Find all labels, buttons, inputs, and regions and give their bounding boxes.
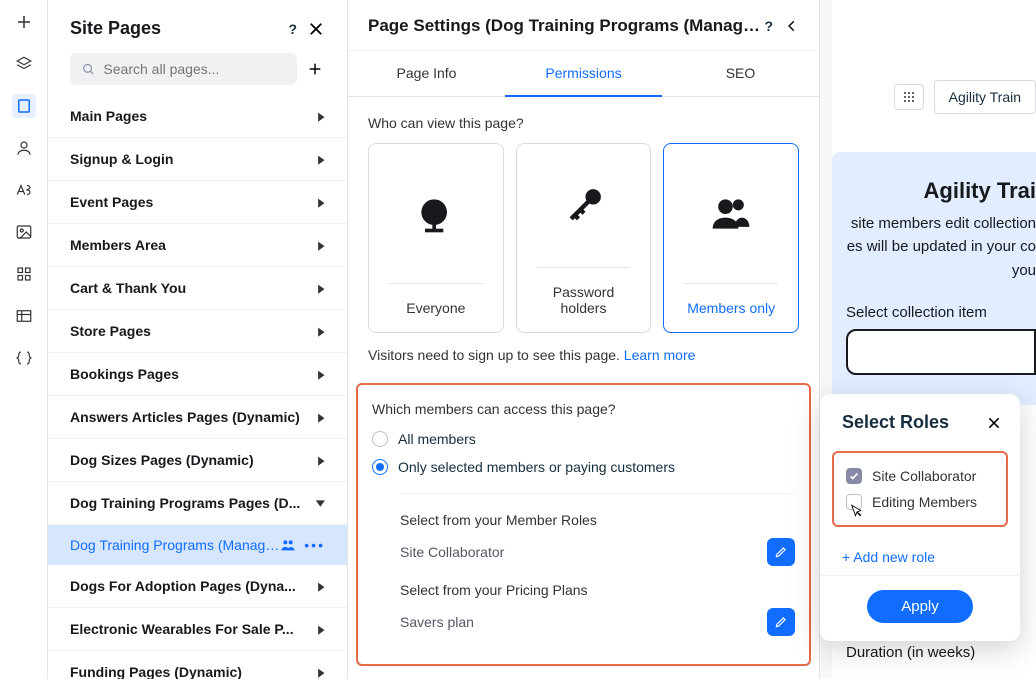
card-title: Agility Trai (846, 178, 1036, 204)
add-new-role-link[interactable]: + Add new role (820, 535, 1020, 576)
who-can-view-label: Who can view this page? (368, 115, 799, 131)
members-icon (707, 144, 755, 283)
layers-icon[interactable] (12, 52, 36, 76)
agility-chip[interactable]: Agility Train (934, 80, 1036, 114)
chevron-right-icon: ▶ (318, 666, 324, 679)
add-page-button[interactable] (305, 59, 325, 79)
chevron-right-icon: ▶ (318, 411, 324, 424)
help-icon[interactable]: ? (288, 21, 297, 37)
chevron-right-icon: ▶ (318, 239, 324, 252)
perm-card-password[interactable]: Password holders (516, 143, 652, 333)
page-group[interactable]: Funding Pages (Dynamic)▶ (48, 651, 347, 679)
select-roles-title: Select Roles (842, 412, 949, 433)
radio-icon-selected (372, 459, 388, 475)
checkbox-icon (846, 494, 862, 510)
pricing-plans-heading: Select from your Pricing Plans (400, 582, 795, 598)
which-members-label: Which members can access this page? (372, 401, 795, 417)
chevron-right-icon: ▶ (318, 282, 324, 295)
chevron-right-icon: ▶ (318, 368, 324, 381)
data-icon[interactable] (12, 304, 36, 328)
page-group[interactable]: Signup & Login▶ (48, 138, 347, 181)
chevron-down-icon: ▶ (314, 500, 327, 506)
pricing-plan-value: Savers plan (400, 614, 474, 630)
page-settings-title: Page Settings (Dog Training Programs (Ma… (368, 16, 764, 36)
chevron-right-icon: ▶ (318, 110, 324, 123)
page-group[interactable]: Dog Sizes Pages (Dynamic)▶ (48, 439, 347, 482)
search-input[interactable] (103, 61, 285, 77)
tab-permissions[interactable]: Permissions (505, 51, 662, 97)
edit-pricing-plans-button[interactable] (767, 608, 795, 636)
select-roles-popup: Select Roles Site Collaborator Editing M… (820, 394, 1020, 641)
role-row-editing[interactable]: Editing Members (844, 489, 996, 515)
checkbox-checked-icon (846, 468, 862, 484)
roles-list: Site Collaborator Editing Members (832, 451, 1008, 527)
chevron-right-icon: ▶ (318, 196, 324, 209)
globe-icon (414, 144, 458, 283)
radio-all-members[interactable]: All members (372, 431, 795, 447)
duration-label: Duration (in weeks) (846, 644, 975, 661)
perm-card-everyone[interactable]: Everyone (368, 143, 504, 333)
back-icon[interactable] (785, 19, 799, 33)
typography-icon[interactable] (12, 178, 36, 202)
edit-member-roles-button[interactable] (767, 538, 795, 566)
collection-card: Agility Trai site members edit collectio… (832, 152, 1036, 405)
role-row-collaborator[interactable]: Site Collaborator (844, 463, 996, 489)
site-pages-panel: Site Pages ? Main Pages▶ Signup & Login▶… (48, 0, 348, 679)
apps-icon[interactable] (12, 262, 36, 286)
grid-handle-icon[interactable] (894, 84, 924, 110)
site-pages-title: Site Pages (70, 18, 161, 39)
left-vertical-toolbar (0, 0, 48, 679)
chevron-right-icon: ▶ (318, 325, 324, 338)
permission-note: Visitors need to sign up to see this pag… (368, 347, 799, 363)
search-icon (82, 62, 95, 77)
close-icon[interactable] (986, 415, 1002, 431)
page-group[interactable]: Cart & Thank You▶ (48, 267, 347, 310)
apply-button[interactable]: Apply (867, 590, 973, 623)
page-group[interactable]: Store Pages▶ (48, 310, 347, 353)
page-sub-item-active[interactable]: Dog Training Programs (Manage ... ••• (48, 525, 347, 565)
member-access-section: Which members can access this page? All … (356, 383, 811, 666)
key-icon (562, 144, 606, 267)
page-group[interactable]: Electronic Wearables For Sale P...▶ (48, 608, 347, 651)
more-icon[interactable]: ••• (304, 537, 325, 553)
search-input-wrap[interactable] (70, 53, 297, 85)
image-icon[interactable] (12, 220, 36, 244)
chevron-right-icon: ▶ (318, 153, 324, 166)
select-item-label: Select collection item (846, 304, 1036, 321)
page-group[interactable]: Event Pages▶ (48, 181, 347, 224)
radio-icon (372, 431, 388, 447)
add-icon[interactable] (12, 10, 36, 34)
member-roles-heading: Select from your Member Roles (400, 512, 795, 528)
close-icon[interactable] (307, 20, 325, 38)
chevron-right-icon: ▶ (318, 580, 324, 593)
page-settings-tabs: Page Info Permissions SEO (348, 51, 819, 97)
page-group[interactable]: Dogs For Adoption Pages (Dyna...▶ (48, 565, 347, 608)
chevron-right-icon: ▶ (318, 623, 324, 636)
perm-card-members[interactable]: Members only (663, 143, 799, 333)
user-icon[interactable] (12, 136, 36, 160)
page-group[interactable]: Main Pages▶ (48, 95, 347, 138)
code-icon[interactable] (12, 346, 36, 370)
help-icon[interactable]: ? (764, 18, 773, 34)
radio-selected-members[interactable]: Only selected members or paying customer… (372, 459, 795, 475)
page-settings-panel: Page Settings (Dog Training Programs (Ma… (348, 0, 820, 679)
learn-more-link[interactable]: Learn more (624, 347, 696, 363)
chevron-right-icon: ▶ (318, 454, 324, 467)
collection-item-dropdown[interactable] (846, 329, 1036, 375)
page-group[interactable]: Dog Training Programs Pages (D...▶ (48, 482, 347, 525)
page-group[interactable]: Bookings Pages▶ (48, 353, 347, 396)
tab-seo[interactable]: SEO (662, 51, 819, 96)
page-group[interactable]: Members Area▶ (48, 224, 347, 267)
member-roles-value: Site Collaborator (400, 544, 504, 560)
tab-page-info[interactable]: Page Info (348, 51, 505, 96)
page-group[interactable]: Answers Articles Pages (Dynamic)▶ (48, 396, 347, 439)
site-pages-list: Main Pages▶ Signup & Login▶ Event Pages▶… (48, 95, 347, 679)
pages-icon[interactable] (12, 94, 36, 118)
members-icon (280, 537, 296, 553)
